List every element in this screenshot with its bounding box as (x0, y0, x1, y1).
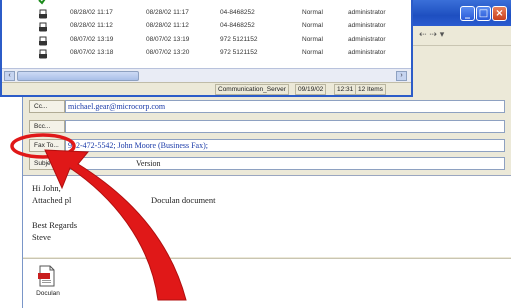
row-sent-time: 08/07/02 13:19 (70, 35, 114, 43)
list-row[interactable]: 08/28/02 11:12 08/28/02 11:12 04-8468252 No… (2, 21, 411, 34)
row-priority: Normal (302, 0, 323, 2)
subject-field[interactable]: D Version (65, 157, 505, 170)
status-date: 09/19/02 (295, 84, 327, 95)
row-priority: Normal (302, 8, 323, 16)
attachment-area: Doculan (23, 258, 511, 308)
subject-text-start: D (68, 159, 74, 168)
maximize-button[interactable]: □ (476, 6, 491, 21)
row-fax-number: 972 5121152 (220, 0, 257, 2)
row-user: administrator (348, 22, 386, 29)
row-completed-time: 08/07/02 13:20 (146, 49, 190, 56)
row-sent-time: 08/07/02 13:18 (70, 49, 114, 56)
communication-server-window: 08/07/02 13:18 08/08/02 19:14 972 5121152 N… (0, 0, 413, 97)
fax-document-icon (39, 9, 47, 18)
body-document-text: Doculan document (151, 195, 216, 205)
bcc-field[interactable] (65, 120, 505, 133)
status-item-count: 12 Items (355, 84, 386, 95)
status-bar: Communication_Server 09/19/02 12:31 12 I… (2, 82, 411, 95)
body-regards: Best Regards (32, 220, 78, 230)
cc-button[interactable]: Cc... (29, 100, 65, 113)
row-user: administrator (348, 8, 386, 16)
fax-to-field[interactable]: 912-472-5542; John Moore (Business Fax); (65, 139, 505, 152)
horizontal-scrollbar[interactable]: ‹ › (2, 68, 411, 82)
status-server-name: Communication_Server (215, 84, 289, 95)
message-header: Cc... michael.gear@microcorp.com Bcc... … (23, 93, 511, 175)
row-user: administrator (348, 35, 386, 43)
fax-job-list: 08/07/02 13:18 08/08/02 19:14 972 5121152 N… (2, 0, 411, 68)
row-sent-time: 08/28/02 11:17 (70, 8, 113, 16)
row-completed-time: 08/07/02 13:19 (146, 35, 190, 43)
close-button[interactable]: × (492, 6, 507, 21)
row-user: Administrator (348, 0, 386, 2)
pdf-document-icon[interactable] (37, 265, 57, 287)
row-priority: Normal (302, 22, 323, 29)
message-body[interactable]: Hi John, Attached pl Doculan document Be… (23, 175, 511, 257)
minimize-button[interactable]: _ (460, 6, 475, 21)
fax-document-icon (39, 36, 47, 45)
row-fax-number: 04-8468252 (220, 8, 255, 16)
fax-to-button[interactable]: Fax To... (29, 139, 65, 152)
list-row[interactable]: 08/07/02 13:19 08/07/02 13:19 972 5121152 N… (2, 35, 411, 48)
fax-document-icon (39, 22, 47, 32)
toolbar-more-buttons[interactable]: ⇠ ⇢ ▾ (419, 30, 444, 40)
body-signature: Steve (32, 232, 51, 242)
checkmark-icon (38, 0, 46, 5)
list-row[interactable]: 08/07/02 13:18 08/08/02 19:14 972 5121152 N… (2, 0, 411, 7)
status-time: 12:31 (334, 84, 357, 95)
row-completed-time: 08/28/02 11:12 (146, 22, 189, 29)
row-fax-number: 972 5121152 (220, 49, 258, 56)
scroll-right-button[interactable]: › (396, 71, 407, 81)
attachment-label[interactable]: Doculan (29, 290, 67, 297)
scroll-left-button[interactable]: ‹ (4, 71, 15, 81)
row-priority: Normal (302, 35, 323, 43)
list-row[interactable]: 08/07/02 13:18 08/07/02 13:20 972 5121152 N… (2, 48, 411, 61)
row-priority: Normal (302, 49, 323, 56)
row-completed-time: 08/28/02 11:17 (146, 8, 189, 16)
row-sent-time: 08/28/02 11:12 (70, 22, 113, 29)
bcc-button[interactable]: Bcc... (29, 120, 65, 133)
list-row[interactable]: 08/28/02 11:17 08/28/02 11:17 04-8468252 No… (2, 8, 411, 21)
scroll-thumb[interactable] (17, 71, 139, 81)
cc-field[interactable]: michael.gear@microcorp.com (65, 100, 505, 113)
row-fax-number: 04-8468252 (220, 22, 255, 29)
body-greeting: Hi John, (32, 183, 61, 193)
row-fax-number: 972 5121152 (220, 35, 258, 43)
row-completed-time: 08/08/02 19:14 (146, 0, 189, 2)
fax-document-icon (39, 49, 47, 59)
body-attached-text: Attached pl (32, 195, 72, 205)
row-user: administrator (348, 49, 386, 56)
subject-text-end: Version (136, 159, 161, 168)
subject-label: Subject: (29, 157, 65, 170)
row-sent-time: 08/07/02 13:18 (70, 0, 113, 2)
